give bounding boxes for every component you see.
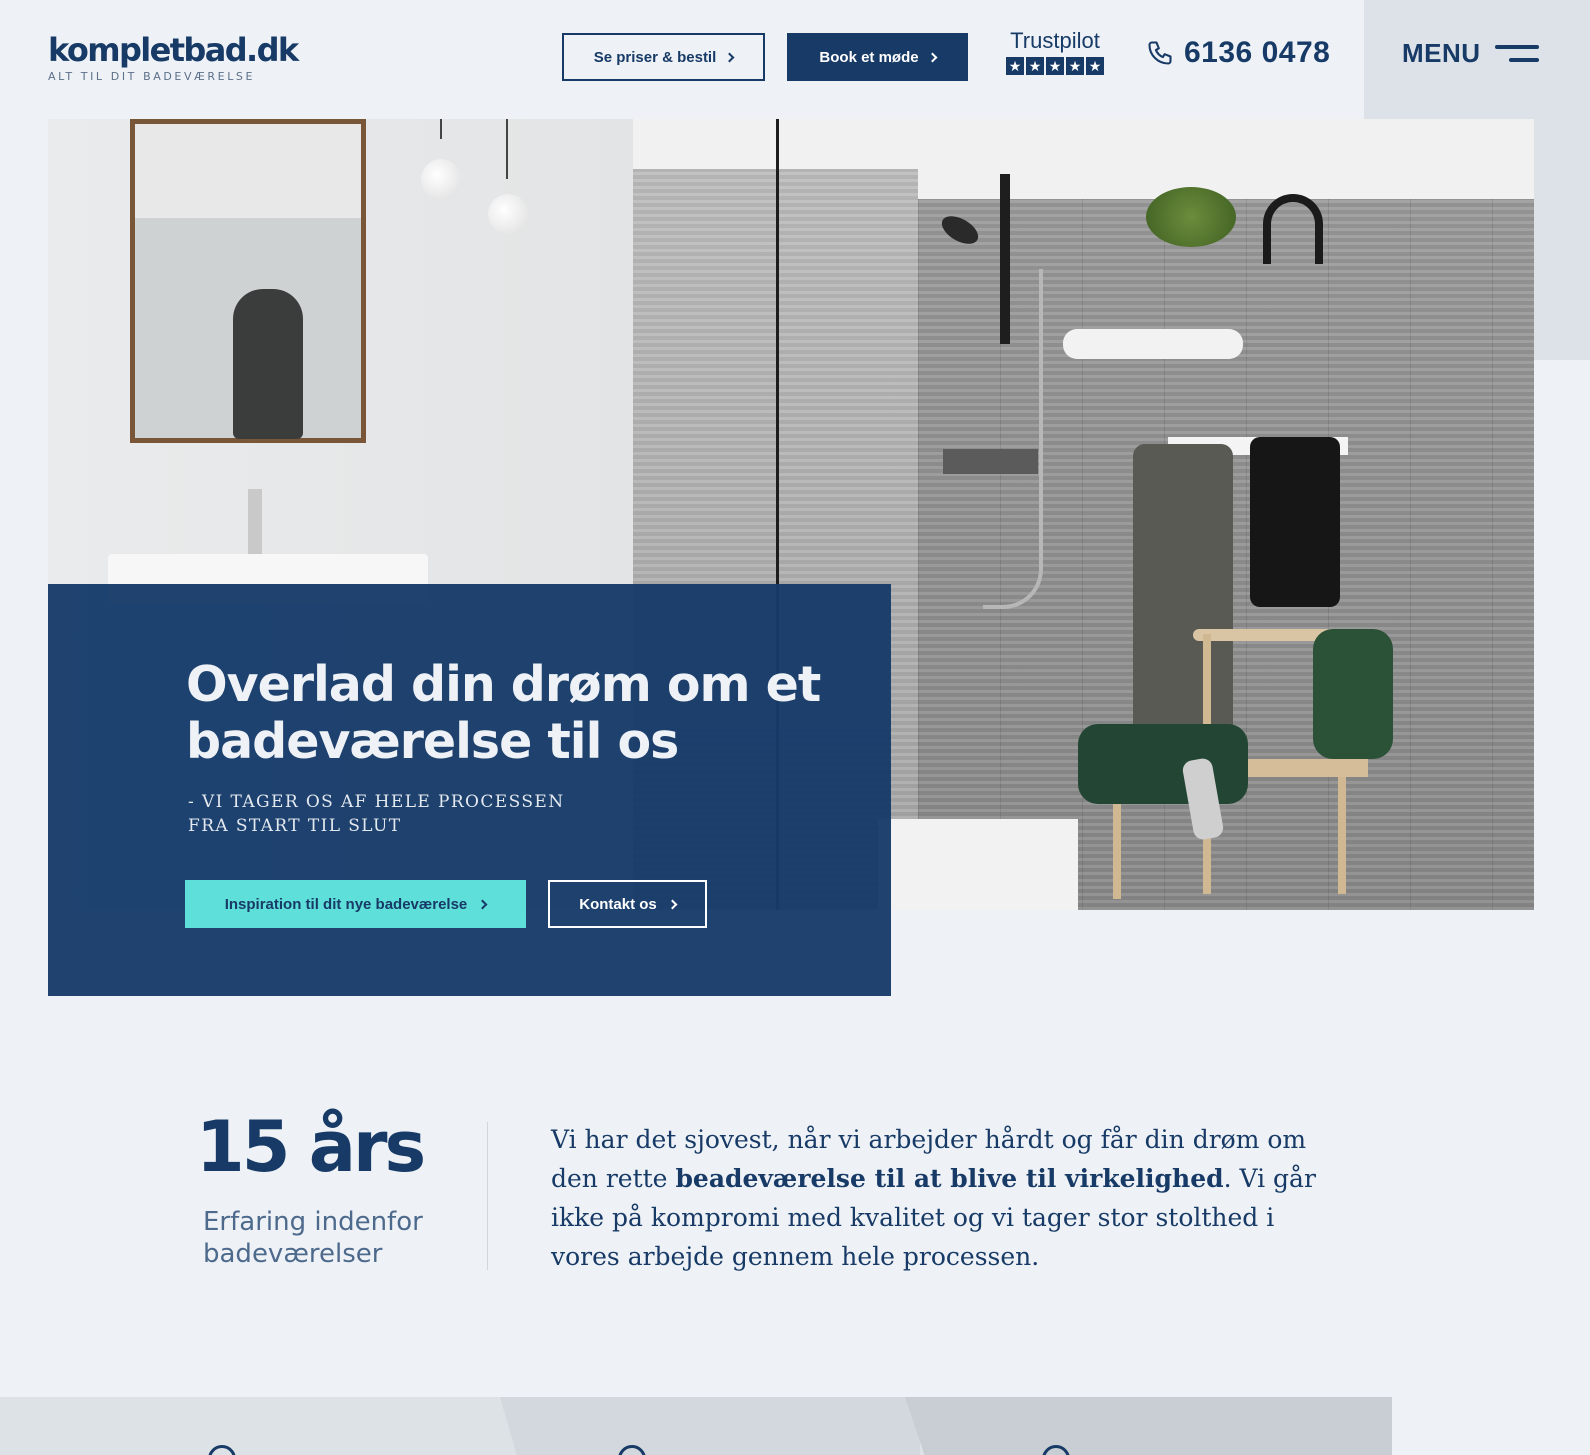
logo-wordmark: kompletbad.dk: [48, 31, 299, 69]
inspiration-button[interactable]: Inspiration til dit nye badeværelse: [185, 880, 526, 928]
trustpilot-label: Trustpilot: [1010, 28, 1100, 53]
intro-text-bold: beadeværelse til at blive til virkelighe…: [675, 1164, 1224, 1193]
hamburger-icon: [1494, 42, 1539, 66]
phone-link[interactable]: 6136 0478: [1146, 36, 1330, 70]
hero-subtitle: - VI TAGER OS AF HELE PROCESSEN FRA STAR…: [188, 792, 565, 836]
years-stat-label: Erfaring indenfor badeværelser: [203, 1207, 423, 1269]
years-stat: 15 års: [196, 1106, 426, 1188]
chevron-right-icon: [927, 52, 938, 63]
contact-button[interactable]: Kontakt os: [548, 880, 707, 928]
phone-icon: [1148, 41, 1172, 65]
hero-title: Overlad din drøm om et badeværelse til o…: [186, 656, 821, 770]
star-icon: ★: [1046, 57, 1064, 75]
book-meeting-button[interactable]: Book et møde: [787, 33, 968, 81]
phone-number: 6136 0478: [1184, 36, 1331, 69]
star-icon: ★: [1026, 57, 1044, 75]
book-meeting-label: Book et møde: [819, 48, 919, 66]
logo-tagline: ALT TIL DIT BADEVÆRELSE: [48, 70, 256, 83]
star-icon: ★: [1066, 57, 1084, 75]
chevron-right-icon: [667, 899, 678, 910]
trustpilot-badge[interactable]: Trustpilot ★ ★ ★ ★ ★: [1004, 30, 1106, 75]
features-band-segment: [500, 1397, 920, 1455]
features-band: [0, 1397, 1392, 1455]
trustpilot-stars: ★ ★ ★ ★ ★: [1004, 57, 1106, 75]
features-band-segment: [905, 1397, 1392, 1455]
menu-button[interactable]: MENU: [1402, 38, 1539, 69]
menu-label: MENU: [1402, 38, 1481, 68]
contact-label: Kontakt os: [579, 895, 657, 913]
feature-icon: [208, 1445, 236, 1455]
star-icon: ★: [1086, 57, 1104, 75]
chevron-right-icon: [724, 52, 735, 63]
prices-order-label: Se priser & bestil: [593, 48, 717, 66]
intro-text: Vi har det sjovest, når vi arbejder hård…: [551, 1120, 1341, 1276]
hero-card: Overlad din drøm om et badeværelse til o…: [48, 584, 891, 996]
inspiration-label: Inspiration til dit nye badeværelse: [224, 895, 468, 913]
logo[interactable]: kompletbad.dk ALT TIL DIT BADEVÆRELSE: [48, 31, 299, 83]
prices-order-button[interactable]: Se priser & bestil: [562, 33, 765, 81]
stat-divider: [487, 1122, 488, 1270]
chevron-right-icon: [477, 899, 488, 910]
star-icon: ★: [1006, 57, 1024, 75]
